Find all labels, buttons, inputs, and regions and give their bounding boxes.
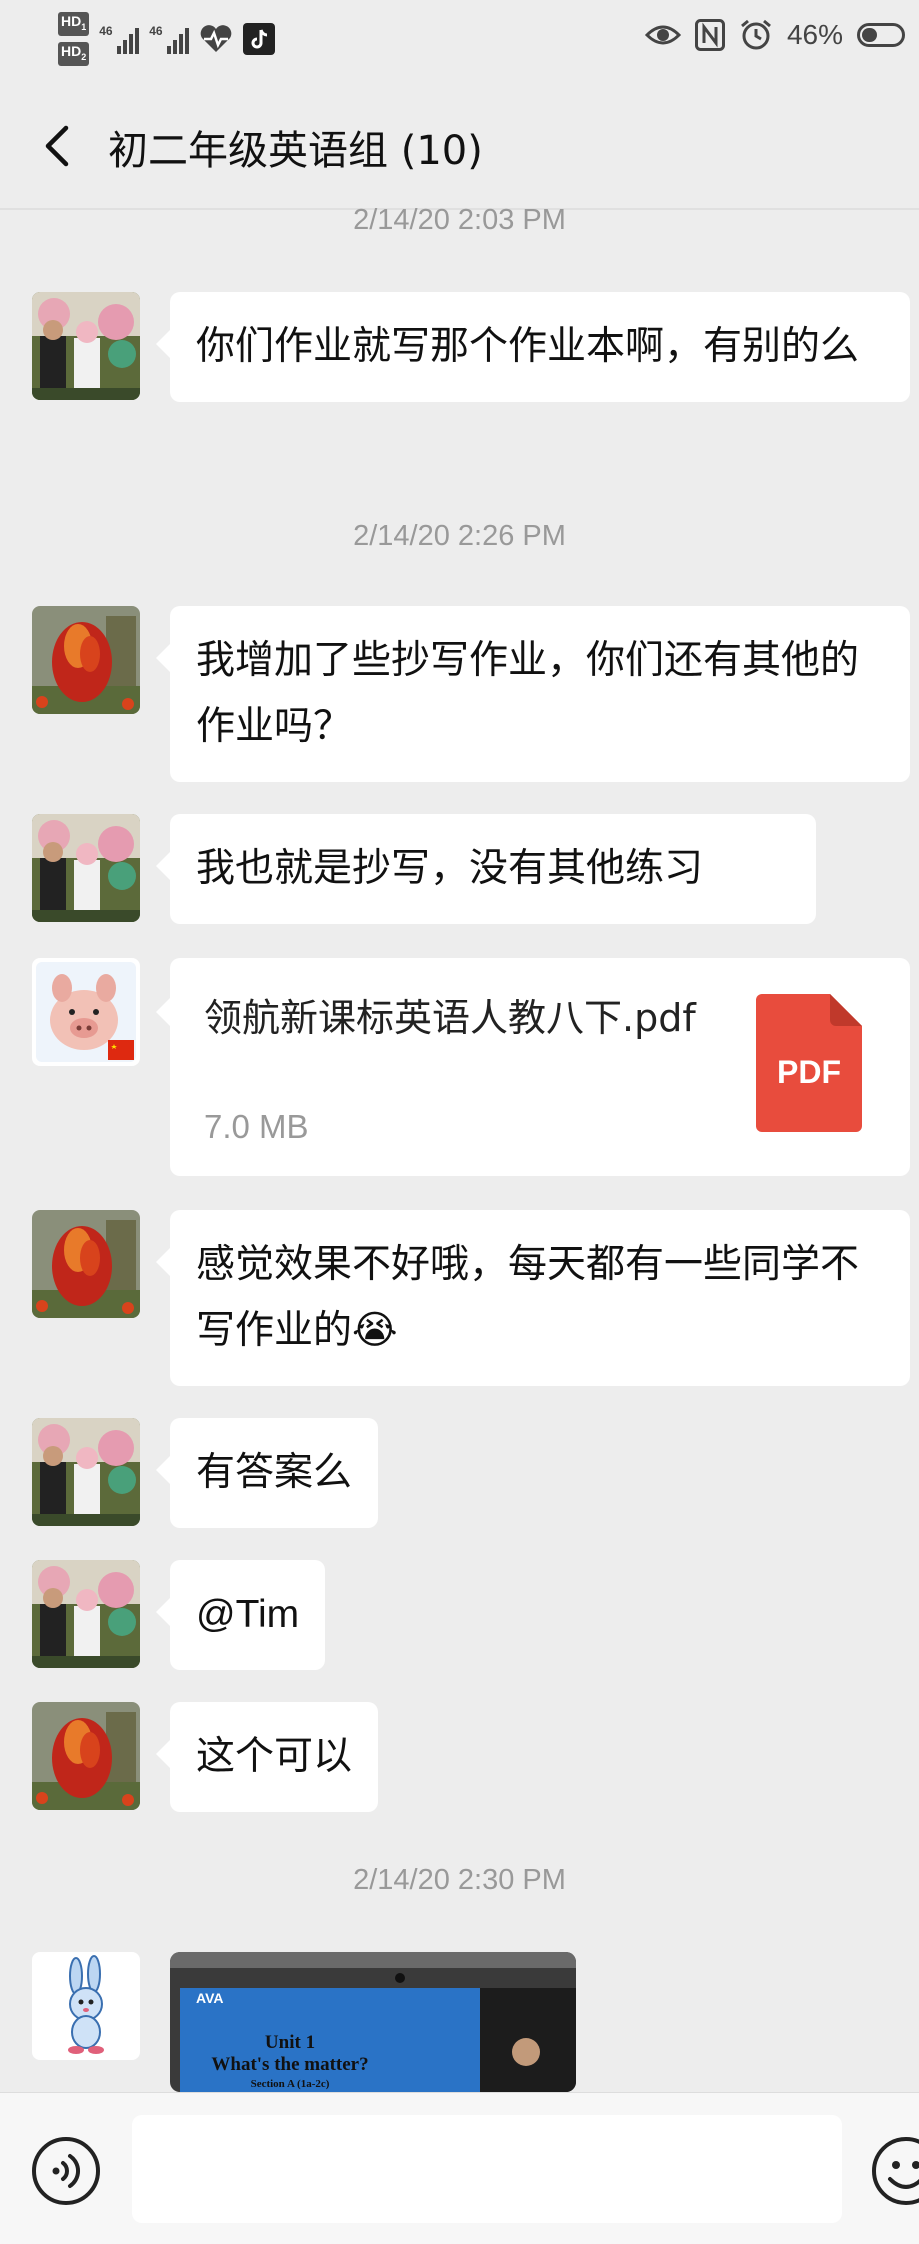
pdf-file-label: PDF <box>777 1054 841 1090</box>
avatar-photo <box>32 1418 140 1526</box>
avatar-sender-b[interactable] <box>32 1702 140 1810</box>
heartbeat-icon <box>200 24 232 52</box>
signal-icon-2: 46 <box>149 23 190 54</box>
message-bubble[interactable]: @Tim <box>155 1560 326 1670</box>
status-right: 46% <box>644 18 905 52</box>
avatar-photo <box>32 1560 140 1668</box>
input-bar <box>0 2092 919 2244</box>
back-arrow-icon[interactable] <box>36 122 84 170</box>
battery-percent: 46% <box>786 19 843 50</box>
image-brand: AVA <box>196 1990 224 2006</box>
nfc-icon <box>694 19 725 51</box>
message-input[interactable] <box>132 2115 842 2223</box>
avatar-sender-b[interactable] <box>32 1210 140 1318</box>
avatar-photo <box>32 292 140 400</box>
message-bubble[interactable]: 感觉效果不好哦，每天都有一些同学不写作业的😭 <box>156 1210 910 1386</box>
hd-badge-2: HD2 <box>58 41 90 66</box>
chat-title: 初二年级英语组 (10) <box>108 128 483 174</box>
avatar-photo <box>32 1210 140 1318</box>
image-line-3: Section A (1a-2c) <box>250 2078 330 2090</box>
image-message[interactable]: AVA Unit 1 What's the matter? Section A … <box>170 1952 576 2092</box>
hd-badge-1: HD1 <box>58 12 90 36</box>
signal-icon-1: 46 <box>99 23 140 54</box>
avatar-sender-a[interactable] <box>32 1418 140 1526</box>
timestamp: 2/14/20 2:03 PM <box>353 204 566 236</box>
file-name: 领航新课标英语人教八下.pdf <box>204 996 696 1040</box>
avatar-sender-d[interactable] <box>32 1952 140 2060</box>
avatar-sender-a[interactable] <box>32 814 140 922</box>
avatar-sender-c[interactable] <box>32 958 140 1066</box>
battery-fill <box>862 28 878 42</box>
timestamp: 2/14/20 2:26 PM <box>353 520 566 552</box>
message-bubble[interactable]: 你们作业就写那个作业本啊，有别的么 <box>156 292 910 402</box>
status-left: HD1 HD2 46 46 <box>58 12 276 66</box>
eye-icon <box>644 25 681 45</box>
chat-header: 初二年级英语组 (10) <box>0 96 919 196</box>
hd-label-2: HD <box>61 42 82 59</box>
avatar-photo <box>32 1952 140 2060</box>
message-bubble[interactable]: 我增加了些抄写作业，你们还有其他的作业吗？ <box>156 606 910 782</box>
hd-label-1: HD <box>61 13 82 29</box>
avatar-photo <box>32 958 140 1066</box>
file-size: 7.0 MB <box>204 1108 309 1145</box>
message-bubble[interactable]: 这个可以 <box>155 1702 379 1812</box>
image-line-2: What's the matter? <box>211 2054 369 2075</box>
timestamp: 2/14/20 2:30 PM <box>353 1864 566 1896</box>
alarm-icon <box>740 19 771 50</box>
avatar-photo <box>32 606 140 714</box>
signal-label-1: 46 <box>99 23 113 38</box>
avatar-photo <box>32 814 140 922</box>
avatar-sender-b[interactable] <box>32 606 140 714</box>
hd-indicators: HD1 HD2 <box>58 12 90 66</box>
image-line-1: Unit 1 <box>264 2032 316 2053</box>
message-bubble[interactable]: 我也就是抄写，没有其他练习 <box>156 814 816 924</box>
signal-label-2: 46 <box>149 23 163 38</box>
tiktok-icon <box>243 22 276 55</box>
voice-input-icon[interactable] <box>30 2135 102 2207</box>
hd-sub-2: 2 <box>81 51 87 62</box>
status-bar: HD1 HD2 46 46 46% <box>0 0 919 80</box>
emoji-icon[interactable] <box>870 2135 919 2207</box>
battery-icon <box>857 23 905 47</box>
file-message[interactable]: 领航新课标英语人教八下.pdf 7.0 MB PDF <box>156 958 910 1176</box>
hd-sub-1: 1 <box>81 21 87 32</box>
avatar-sender-a[interactable] <box>32 1560 140 1668</box>
avatar-sender-a[interactable] <box>32 292 140 400</box>
message-bubble[interactable]: 有答案么 <box>155 1418 379 1528</box>
avatar-photo <box>32 1702 140 1810</box>
